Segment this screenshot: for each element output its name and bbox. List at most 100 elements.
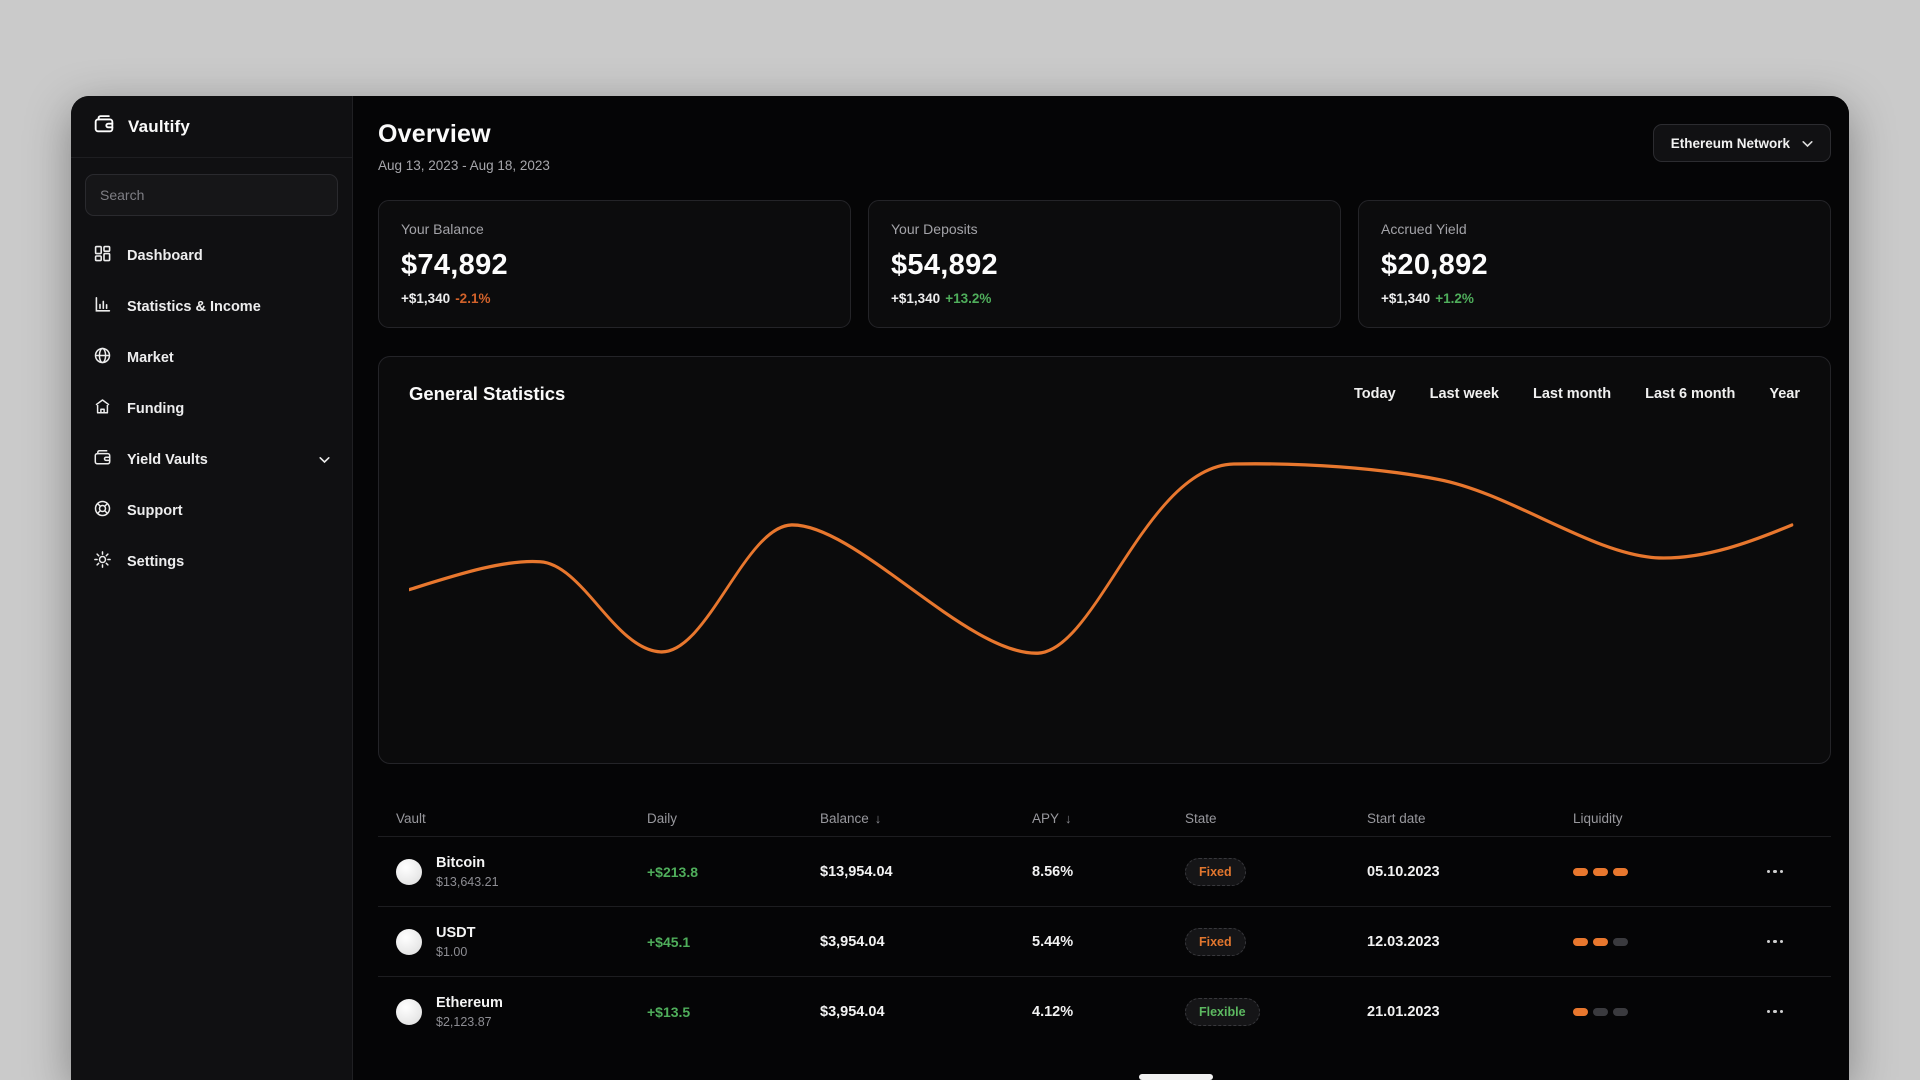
sidebar-item-settings[interactable]: Settings [71, 536, 352, 587]
balance-value: $3,954.04 [820, 933, 885, 950]
range-tab-last-month[interactable]: Last month [1533, 386, 1611, 402]
column-header-liquidity[interactable]: Liquidity [1573, 811, 1755, 826]
liquidity-dash-off [1613, 937, 1628, 946]
liquidity-dash-on [1593, 867, 1608, 876]
stat-card-value: $74,892 [401, 249, 508, 281]
range-tab-last-week[interactable]: Last week [1430, 386, 1499, 402]
stat-card-label: Your Balance [401, 221, 484, 237]
apy-value: 8.56% [1032, 863, 1074, 880]
vaults-table: Vault Daily Balance ↓ APY ↓ State Start da… [378, 800, 1831, 1046]
sidebar-item-label: Funding [127, 400, 185, 417]
table-row-bitcoin[interactable]: Bitcoin $13,643.21 +$213.8 $13,954.04 8.… [378, 836, 1831, 906]
row-actions-button[interactable] [1755, 928, 1795, 956]
horizontal-scrollbar[interactable] [1139, 1074, 1213, 1080]
bank-icon [93, 397, 112, 420]
app-title: Vaultify [128, 116, 191, 136]
sidebar: Vaultify Dashboard [71, 96, 353, 1080]
sidebar-item-label: Statistics & Income [127, 298, 261, 315]
stat-card-balance: Your Balance $74,892 +$1,340 -2.1% [378, 200, 851, 328]
column-header-vault[interactable]: Vault [396, 811, 647, 826]
search-input[interactable] [85, 174, 338, 216]
sidebar-nav: Dashboard Statistics & Income Market Fun… [71, 230, 352, 587]
range-tab-today[interactable]: Today [1354, 386, 1396, 402]
chart-title: General Statistics [409, 383, 566, 404]
liquidity-dash-on [1573, 1007, 1588, 1016]
vault-name: Ethereum [436, 994, 503, 1011]
sidebar-item-dashboard[interactable]: Dashboard [71, 230, 352, 281]
date-range: Aug 13, 2023 - Aug 18, 2023 [378, 158, 550, 173]
range-tab-last-6-month[interactable]: Last 6 month [1645, 386, 1735, 402]
network-selector-button[interactable]: Ethereum Network [1652, 124, 1831, 162]
vault-name: Bitcoin [436, 854, 486, 871]
row-actions-button[interactable] [1755, 998, 1795, 1026]
sidebar-item-label: Support [127, 502, 183, 519]
sidebar-item-label: Market [127, 349, 174, 366]
sidebar-item-yield-vaults[interactable]: Yield Vaults [71, 434, 352, 485]
liquidity-indicator [1573, 1007, 1755, 1016]
vault-name: USDT [436, 924, 476, 941]
page-title: Overview [378, 120, 491, 148]
vault-avatar [396, 928, 422, 955]
gear-icon [93, 550, 112, 573]
column-header-balance[interactable]: Balance ↓ [820, 811, 1032, 826]
general-statistics-panel: General Statistics Today Last week Last … [378, 356, 1831, 764]
column-header-apy[interactable]: APY ↓ [1032, 811, 1185, 826]
sidebar-item-support[interactable]: Support [71, 485, 352, 536]
chevron-down-icon [319, 452, 330, 468]
start-date: 05.10.2023 [1367, 863, 1440, 880]
row-actions-button[interactable] [1755, 858, 1795, 886]
sidebar-item-label: Yield Vaults [127, 451, 208, 468]
range-tab-year[interactable]: Year [1769, 386, 1800, 402]
daily-change: +$213.8 [647, 863, 698, 880]
liquidity-dash-on [1573, 867, 1588, 876]
state-badge: Flexible [1185, 997, 1260, 1026]
table-row-usdt[interactable]: USDT $1.00 +$45.1 $3,954.04 5.44% Fixed … [378, 906, 1831, 976]
liquidity-indicator [1573, 867, 1755, 876]
apy-value: 4.12% [1032, 1003, 1074, 1020]
apy-value: 5.44% [1032, 933, 1074, 950]
main-content: Overview Aug 13, 2023 - Aug 18, 2023 Eth… [353, 96, 1849, 1080]
statistics-line-chart [409, 462, 1794, 655]
balance-value: $13,954.04 [820, 863, 893, 880]
stat-card-label: Your Deposits [891, 221, 978, 237]
sidebar-item-funding[interactable]: Funding [71, 383, 352, 434]
sidebar-item-statistics-income[interactable]: Statistics & Income [71, 281, 352, 332]
stat-card-value: $54,892 [891, 249, 998, 281]
stat-card-deposits: Your Deposits $54,892 +$1,340 +13.2% [868, 200, 1341, 328]
liquidity-dash-on [1613, 867, 1628, 876]
liquidity-dash-on [1593, 937, 1608, 946]
globe-icon [93, 346, 112, 369]
sort-down-icon: ↓ [1065, 810, 1072, 826]
stat-card-delta: +$1,340 +1.2% [1381, 291, 1474, 306]
stat-card-delta: +$1,340 +13.2% [891, 291, 992, 306]
table-row-ethereum[interactable]: Ethereum $2,123.87 +$13.5 $3,954.04 4.12… [378, 976, 1831, 1046]
app-logo: Vaultify [71, 96, 352, 158]
wallet-logo-icon [93, 113, 115, 140]
bar-chart-icon [93, 295, 112, 318]
delta-percent: +1.2% [1435, 291, 1474, 306]
sidebar-item-market[interactable]: Market [71, 332, 352, 383]
stat-card-value: $20,892 [1381, 249, 1488, 281]
state-badge: Fixed [1185, 857, 1246, 886]
vault-avatar [396, 998, 422, 1025]
balance-value: $3,954.04 [820, 1003, 885, 1020]
state-badge: Fixed [1185, 927, 1246, 956]
liquidity-indicator [1573, 937, 1755, 946]
stat-card-label: Accrued Yield [1381, 221, 1467, 237]
column-header-daily[interactable]: Daily [647, 811, 820, 826]
column-header-state[interactable]: State [1185, 811, 1367, 826]
vault-avatar [396, 858, 422, 885]
column-header-start-date[interactable]: Start date [1367, 811, 1573, 826]
liquidity-dash-on [1573, 937, 1588, 946]
stat-card-yield: Accrued Yield $20,892 +$1,340 +1.2% [1358, 200, 1831, 328]
liquidity-dash-off [1613, 1007, 1628, 1016]
stat-card-delta: +$1,340 -2.1% [401, 291, 491, 306]
chevron-down-icon [1802, 136, 1813, 151]
table-header-row: Vault Daily Balance ↓ APY ↓ State Start da… [378, 800, 1831, 836]
network-selector-label: Ethereum Network [1670, 135, 1790, 151]
delta-percent: +13.2% [945, 291, 992, 306]
daily-change: +$13.5 [647, 1003, 691, 1020]
lifebuoy-icon [93, 499, 112, 522]
sidebar-item-label: Dashboard [127, 247, 203, 264]
vault-price: $2,123.87 [436, 1015, 492, 1030]
